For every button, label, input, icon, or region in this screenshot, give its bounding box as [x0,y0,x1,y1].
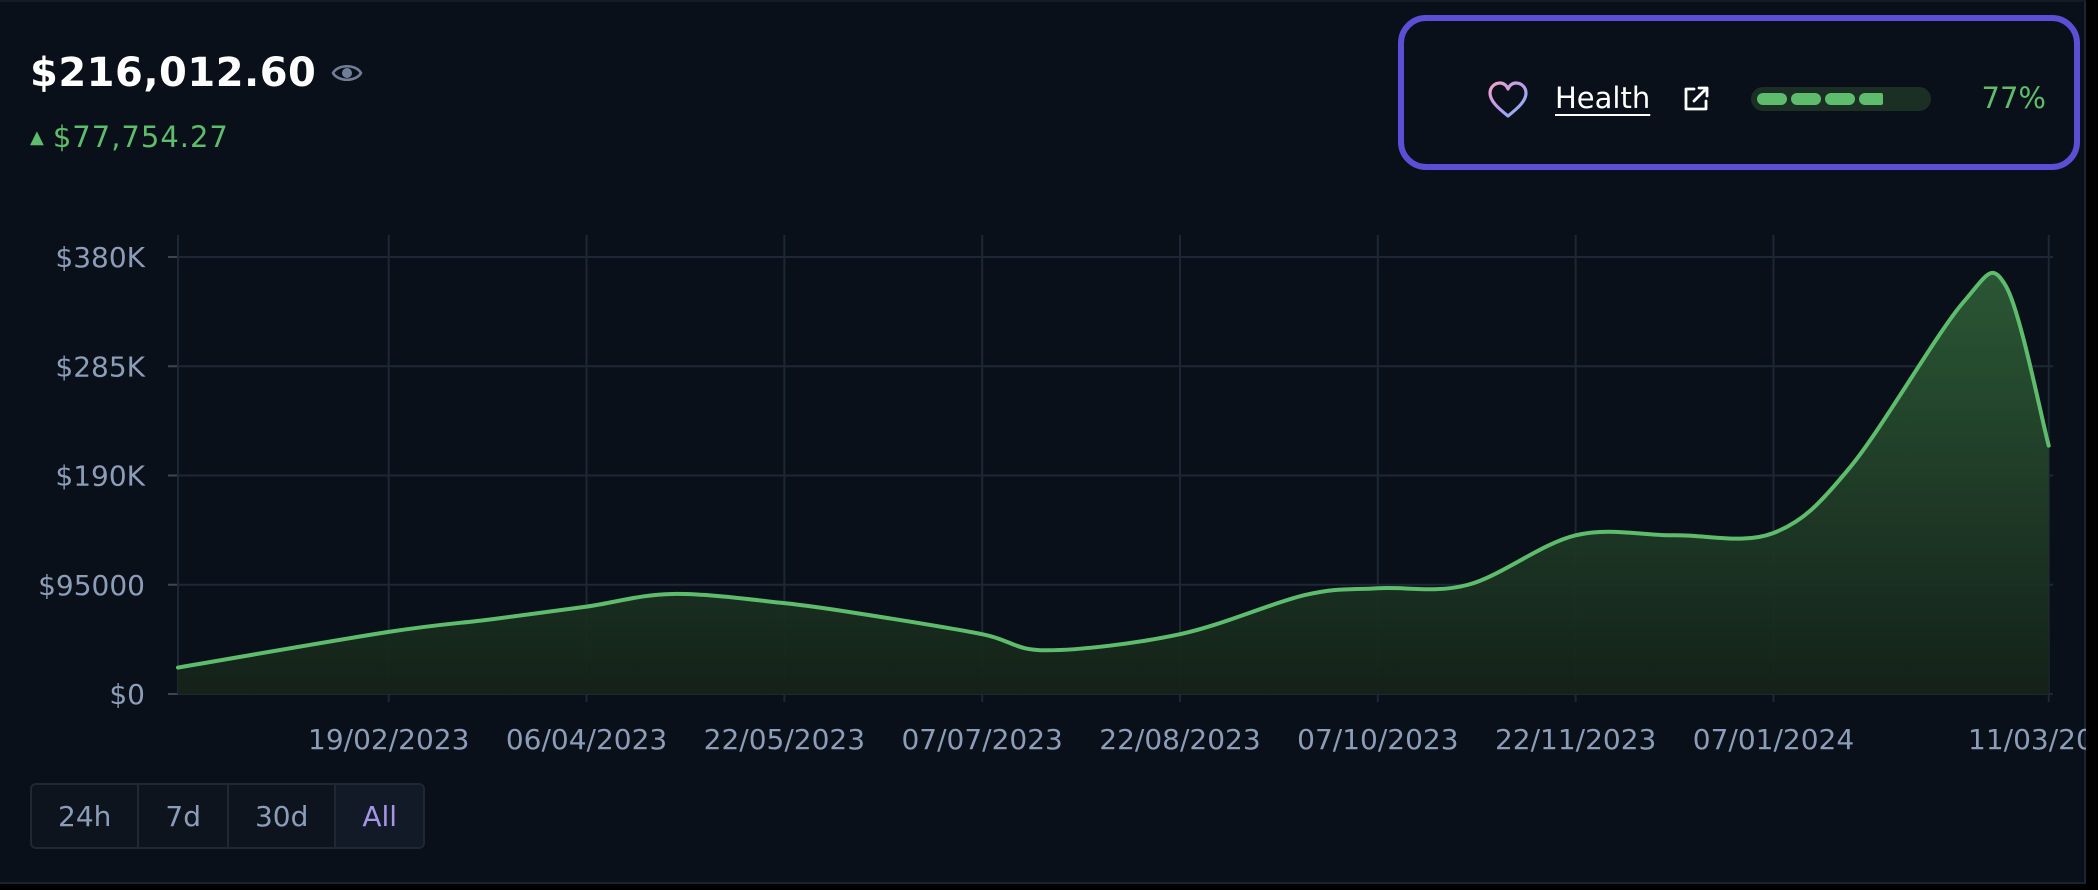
chart-data-point[interactable] [2043,440,2055,452]
chart-data-point[interactable] [1041,644,1053,656]
y-axis-label: $0 [109,678,145,711]
chart-data-point[interactable] [667,588,679,600]
chart-data-point[interactable] [1570,529,1582,541]
health-bar-segment [1859,93,1883,105]
balance-change-value: $77,754.27 [52,120,229,154]
x-axis-label: 22/11/2023 [1495,723,1656,756]
balance-row: $216,012.60 [30,50,364,96]
chart-data-point[interactable] [1372,582,1384,594]
chart-data-point[interactable] [1957,297,1969,309]
chart-data-point[interactable] [383,626,395,638]
chart-data-point[interactable] [976,628,988,640]
chart-area-fill [178,272,2049,694]
eye-icon[interactable] [330,56,364,90]
portfolio-balance: $216,012.60 [30,50,317,96]
x-axis-label: 19/02/2023 [308,723,469,756]
external-link-icon[interactable] [1680,83,1712,115]
chart-data-point[interactable] [581,601,593,613]
heart-icon [1488,81,1528,118]
portfolio-panel: $216,012.60 ▲ $77,754.27 Health 77% $0 $… [0,0,2086,884]
chart-data-point[interactable] [778,597,790,609]
chart-data-point[interactable] [1299,589,1311,601]
range-all-button[interactable]: All [336,785,424,847]
x-axis-label: 07/10/2023 [1297,723,1458,756]
chart-data-point[interactable] [1669,529,1681,541]
time-range-selector: 24h 7d 30d All [30,783,426,849]
health-card: Health 77% [1398,15,2080,170]
health-bar-segment [1791,93,1821,105]
y-axis-label: $285K [55,350,145,383]
chart-data-point[interactable] [860,609,872,621]
chart-data-point[interactable] [1767,527,1779,539]
portfolio-chart[interactable]: $0 $95000 $190K $285K $380K 19/02/2023 06/04/… [0,222,2086,762]
health-link[interactable]: Health [1555,81,1650,115]
chart-data-point[interactable] [1845,460,1857,472]
x-axis-label: 06/04/2023 [506,723,667,756]
health-percent: 77% [1981,81,2046,115]
chart-data-point[interactable] [172,662,184,674]
x-axis-label: 22/05/2023 [704,723,865,756]
range-7d-button[interactable]: 7d [139,785,229,847]
health-progress-bar [1751,87,1931,111]
health-bar-segment [1825,93,1855,105]
chart-data-point[interactable] [2000,280,2012,292]
balance-change: ▲ $77,754.27 [30,120,229,154]
x-axis-label: 07/01/2024 [1693,723,1854,756]
range-24h-button[interactable]: 24h [32,785,140,847]
chart-data-point[interactable] [486,613,498,625]
chart-data-point[interactable] [1462,579,1474,591]
x-axis-label: 11/03/2024 [1968,723,2086,756]
health-bar-segment [1757,93,1787,105]
x-axis-label: 22/08/2023 [1099,723,1260,756]
y-axis-label: $380K [55,241,145,274]
range-30d-button[interactable]: 30d [228,785,337,847]
y-axis-label: $190K [55,460,145,493]
y-axis-label: $95000 [38,569,145,602]
x-axis-label: 07/07/2023 [901,723,1062,756]
chart-data-point[interactable] [1174,628,1186,640]
triangle-up-icon: ▲ [30,126,45,148]
